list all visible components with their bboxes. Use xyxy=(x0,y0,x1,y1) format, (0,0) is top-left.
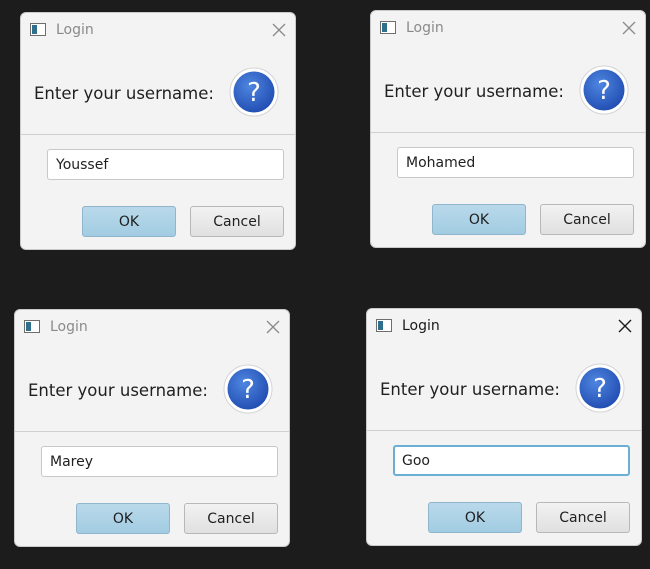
question-mark-icon: ? xyxy=(223,364,273,414)
dialog-header: Enter your username: ? xyxy=(21,49,295,135)
login-dialog-3: Login Enter your username: ? OK Cancel xyxy=(14,309,290,547)
close-button[interactable] xyxy=(613,314,637,338)
username-prompt: Enter your username: xyxy=(380,380,560,399)
dialog-title: Login xyxy=(56,22,94,38)
username-input[interactable] xyxy=(397,147,634,178)
username-prompt: Enter your username: xyxy=(28,381,208,400)
username-prompt: Enter your username: xyxy=(384,82,564,101)
svg-text:?: ? xyxy=(247,78,261,108)
svg-text:?: ? xyxy=(241,375,255,405)
window-icon xyxy=(30,23,46,36)
close-button[interactable] xyxy=(617,16,641,40)
username-input[interactable] xyxy=(47,149,284,180)
close-icon xyxy=(622,21,636,35)
title-bar[interactable]: Login xyxy=(371,11,645,47)
dialog-header: Enter your username: ? xyxy=(367,345,641,431)
username-input[interactable] xyxy=(41,446,278,477)
ok-button[interactable]: OK xyxy=(432,204,526,235)
svg-text:?: ? xyxy=(593,374,607,404)
window-icon xyxy=(376,319,392,332)
dialog-header: Enter your username: ? xyxy=(371,47,645,133)
cancel-button[interactable]: Cancel xyxy=(536,502,630,533)
close-icon xyxy=(618,319,632,333)
login-dialog-2: Login Enter your username: ? OK Cancel xyxy=(370,10,646,248)
ok-button[interactable]: OK xyxy=(76,503,170,534)
login-dialog-1: Login Enter your username: ? OK Cancel xyxy=(20,12,296,250)
question-mark-icon: ? xyxy=(579,65,629,115)
ok-button[interactable]: OK xyxy=(82,206,176,237)
window-icon xyxy=(380,21,396,34)
username-prompt: Enter your username: xyxy=(34,84,214,103)
login-dialog-4: Login Enter your username: ? OK Cancel xyxy=(366,308,642,546)
question-mark-icon: ? xyxy=(229,67,279,117)
ok-button[interactable]: OK xyxy=(428,502,522,533)
cancel-button[interactable]: Cancel xyxy=(184,503,278,534)
close-icon xyxy=(272,23,286,37)
cancel-button[interactable]: Cancel xyxy=(190,206,284,237)
close-button[interactable] xyxy=(261,315,285,339)
dialog-title: Login xyxy=(402,318,440,334)
title-bar[interactable]: Login xyxy=(15,310,289,346)
svg-text:?: ? xyxy=(597,76,611,106)
title-bar[interactable]: Login xyxy=(21,13,295,49)
cancel-button[interactable]: Cancel xyxy=(540,204,634,235)
username-input[interactable] xyxy=(393,445,630,476)
dialog-title: Login xyxy=(406,20,444,36)
question-mark-icon: ? xyxy=(575,363,625,413)
close-icon xyxy=(266,320,280,334)
close-button[interactable] xyxy=(267,18,291,42)
dialog-header: Enter your username: ? xyxy=(15,346,289,432)
title-bar[interactable]: Login xyxy=(367,309,641,345)
dialog-title: Login xyxy=(50,319,88,335)
window-icon xyxy=(24,320,40,333)
